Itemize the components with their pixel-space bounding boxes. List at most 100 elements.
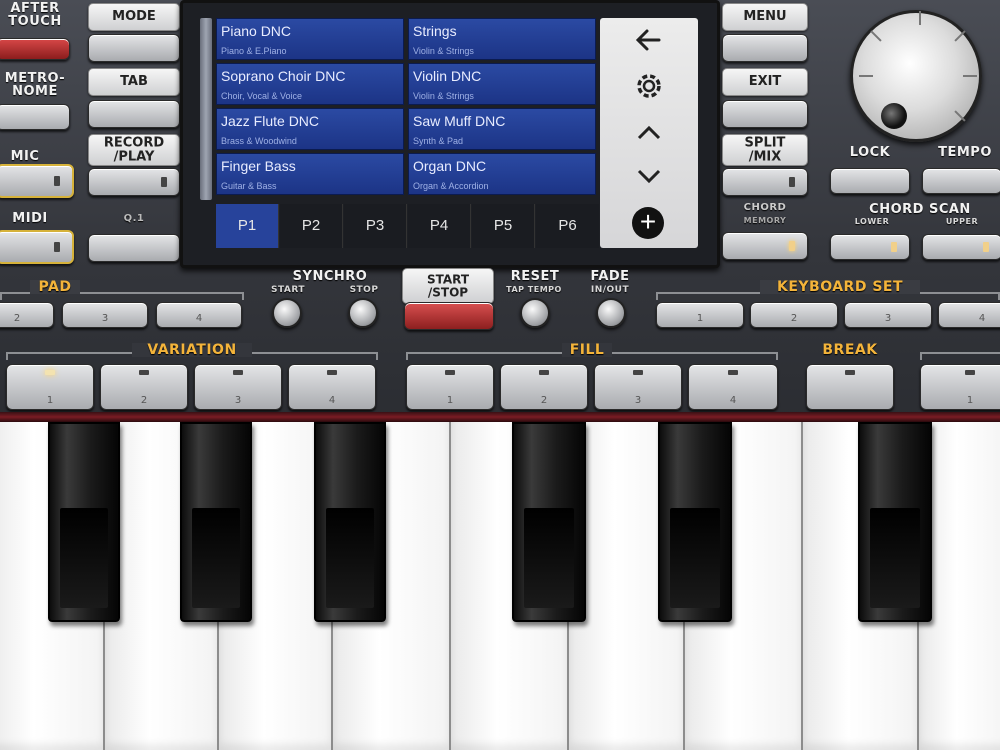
keyboard-set-button[interactable]: 3 [844,302,932,328]
style-name: Soprano Choir DNC [221,68,346,84]
tab-page-p4[interactable]: P4 [408,204,471,248]
style-cell[interactable]: Soprano Choir DNC Choir, Vocal & Voice [216,63,404,105]
keyboard-set-button[interactable]: 2 [750,302,838,328]
black-key-face [870,508,920,608]
variation-button[interactable]: 3 [194,364,282,410]
style-cell[interactable]: Violin DNC Violin & Strings [408,63,596,105]
style-cell[interactable]: Piano DNC Piano & E.Piano [216,18,404,60]
menu-label-box: MENU [722,3,808,31]
sync-start-button[interactable] [272,298,302,328]
metronome-button[interactable] [0,104,70,130]
keyboard-set-button[interactable]: 1 [656,302,744,328]
split-mix-button[interactable] [722,168,808,196]
start-stop-label: START /STOP [426,272,470,299]
pad-button[interactable]: 4 [156,302,242,328]
record-play-button[interactable] [88,168,180,196]
tab-page-p5[interactable]: P5 [472,204,535,248]
fill-button[interactable]: 2 [500,364,588,410]
fill-button[interactable]: 4 [688,364,778,410]
chord-memory-led [789,241,795,251]
black-key[interactable] [180,422,252,622]
black-key[interactable] [512,422,586,622]
exit-button[interactable] [722,100,808,128]
data-dial[interactable] [850,10,982,142]
style-cell[interactable]: Saw Muff DNC Synth & Pad [408,108,596,150]
style-category: Violin & Strings [413,46,474,56]
chord-memory-button[interactable] [722,232,808,260]
mode-label-box: MODE [88,3,180,31]
panel-edge [0,412,1000,422]
tap-tempo-label: TAP TEMPO [506,285,562,294]
tab-page-p3[interactable]: P3 [344,204,407,248]
after-touch-button[interactable] [0,38,70,60]
after-touch-label: AFTER TOUCH [8,1,62,29]
ending-button[interactable]: 1 [920,364,1000,410]
reset-button[interactable] [520,298,550,328]
metronome-label: METRO- NOME [4,71,66,99]
lock-button[interactable] [830,168,910,194]
style-name: Strings [413,23,457,39]
black-key-face [326,508,374,608]
q1-button[interactable] [88,234,180,262]
plus-icon[interactable]: + [632,207,664,239]
style-cell[interactable]: Jazz Flute DNC Brass & Woodwind [216,108,404,150]
tempo-button[interactable] [922,168,1000,194]
fill-button[interactable]: 3 [594,364,682,410]
variation-button[interactable]: 4 [288,364,376,410]
style-category: Violin & Strings [413,91,474,101]
black-key[interactable] [658,422,732,622]
back-arrow-icon[interactable] [600,20,698,60]
menu-button[interactable] [722,34,808,62]
lower-led [891,242,897,252]
tab-label-box: TAB [88,68,180,96]
variation-led [327,370,337,375]
style-cell[interactable]: Organ DNC Organ & Accordion [408,153,596,195]
pad-number: 2 [13,313,21,324]
record-led [161,177,167,187]
pad-button[interactable]: 2 [0,302,54,328]
gear-icon[interactable] [600,66,698,106]
chevron-up-icon[interactable] [600,112,698,152]
style-cell[interactable]: Finger Bass Guitar & Bass [216,153,404,195]
style-category: Choir, Vocal & Voice [221,91,303,101]
fill-number: 1 [446,395,454,406]
split-mix-label-box: SPLIT /MIX [722,134,808,166]
dial-tick [954,30,966,42]
sync-stop-button[interactable] [348,298,378,328]
variation-button[interactable]: 1 [6,364,94,410]
mode-button[interactable] [88,34,180,62]
keyboard-set-number: 3 [884,313,892,324]
tab-page-p6[interactable]: P6 [536,204,599,248]
tab-button[interactable] [88,100,180,128]
keyboard-set-button[interactable]: 4 [938,302,1000,328]
chevron-down-icon[interactable] [600,156,698,196]
chord-memory-label: CHORD [743,202,787,213]
pad-button[interactable]: 3 [62,302,148,328]
chord-scan-upper-button[interactable] [922,234,1000,260]
mic-label: MIC [10,149,40,164]
fade-label: FADE [590,269,630,284]
display-scrollbar[interactable] [200,18,212,200]
upper-label: UPPER [945,217,979,226]
tempo-label: TEMPO [938,145,992,160]
midi-button[interactable] [0,230,74,264]
fade-button[interactable] [596,298,626,328]
chord-scan-lower-button[interactable] [830,234,910,260]
break-button[interactable] [806,364,894,410]
split-led [789,177,795,187]
style-cell[interactable]: Strings Violin & Strings [408,18,596,60]
dial-tick [859,75,873,77]
tab-page-p2[interactable]: P2 [280,204,343,248]
menu-label: MENU [743,9,787,25]
black-key[interactable] [48,422,120,622]
black-key[interactable] [858,422,932,622]
variation-button[interactable]: 2 [100,364,188,410]
black-key[interactable] [314,422,386,622]
split-mix-label: SPLIT /MIX [744,135,786,164]
fill-button[interactable]: 1 [406,364,494,410]
exit-label-box: EXIT [722,68,808,96]
tab-page-p1[interactable]: P1 [216,204,279,248]
dial-tick [919,11,921,25]
mic-button[interactable] [0,164,74,198]
start-stop-button[interactable] [404,302,494,330]
